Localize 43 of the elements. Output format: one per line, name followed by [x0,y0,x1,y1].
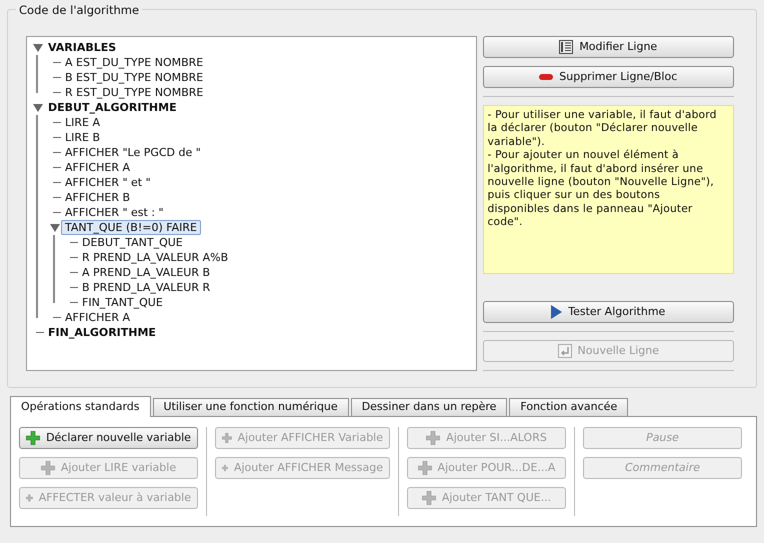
tree-item[interactable]: R EST_DU_TYPE NOMBRE [61,85,208,100]
button[interactable]: Supprimer Ligne/Bloc [482,66,734,88]
tree-item[interactable]: LIRE A [61,115,104,130]
tree-item[interactable]: A PREND_LA_VALEUR B [78,265,214,280]
button[interactable]: Déclarer nouvelle variable [19,427,198,449]
tree-item[interactable]: B PREND_LA_VALEUR R [78,280,214,295]
button[interactable]: Modifier Ligne [482,36,734,58]
tree-item[interactable]: TANT_QUE (B!=0) FAIRE [61,220,201,235]
tree-item[interactable]: A EST_DU_TYPE NOMBRE [61,55,208,70]
plus-icon [426,431,440,445]
minus-icon [539,74,554,80]
plus-icon [418,461,432,475]
list-icon [559,40,574,54]
tree-item[interactable]: AFFICHER " et " [61,175,155,190]
tree-item[interactable]: R PREND_LA_VALEUR A%B [78,250,232,265]
tree-item[interactable]: AFFICHER "Le PGCD de " [61,145,205,160]
plus-icon [26,431,40,445]
expanded-triangle-icon[interactable] [50,224,60,232]
panel-title: Code de l'algorithme [16,2,142,20]
button[interactable]: Tester Algorithme [482,301,734,323]
tree-item[interactable]: DEBUT_ALGORITHME [44,100,181,115]
plus-icon [422,491,436,505]
tree-item[interactable]: DEBUT_TANT_QUE [78,235,187,250]
tree-item[interactable]: LIRE B [61,130,104,145]
tree-item[interactable]: VARIABLES [44,40,120,55]
tree-item[interactable]: AFFICHER B [61,190,134,205]
return-icon [558,344,572,358]
tree-item[interactable]: AFFICHER A [61,310,134,325]
tree-item[interactable]: AFFICHER A [61,160,134,175]
help-text: - Pour utiliser une variable, il faut d'abord la déclarer (bouton "Déclarer nouvelle variable"). - Pour ajouter un nouvel élément à l'algorithme, il faut d'abord insérer une nouvelle ligne (bouton "Nouvelle Ligne"), puis cliquer sur un des boutons disponibles dans le panneau "Ajouter code". [482,105,734,274]
tab[interactable]: Opérations standards [10,396,150,417]
tab[interactable]: Fonction avancée [509,398,628,416]
plus-icon [40,461,55,475]
tab[interactable]: Dessiner dans un repère [350,398,508,416]
tree-item[interactable]: FIN_TANT_QUE [78,295,167,310]
expanded-triangle-icon[interactable] [32,44,42,52]
tree-item[interactable]: FIN_ALGORITHME [44,325,160,340]
play-icon [551,305,562,319]
plus-icon [222,431,232,445]
tree-item[interactable]: AFFICHER " est : " [61,205,168,220]
tree-item[interactable]: B EST_DU_TYPE NOMBRE [61,70,208,85]
expanded-triangle-icon[interactable] [32,104,42,112]
tab[interactable]: Utiliser une fonction numérique [152,398,349,416]
